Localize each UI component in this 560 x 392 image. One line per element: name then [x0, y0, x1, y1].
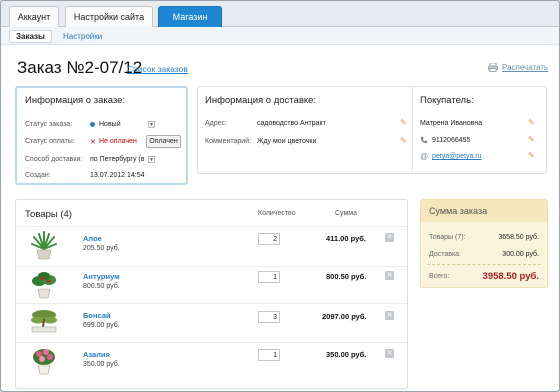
- delivery-method-label: Способ доставки:: [25, 156, 83, 163]
- app-window: Аккаунт Настройки сайта Магазин Заказы Н…: [0, 0, 560, 392]
- row-sum: 800.50 руб.: [326, 272, 367, 281]
- top-tabs: Аккаунт Настройки сайта Магазин: [1, 1, 559, 27]
- created-value: 13.07.2012 14:54: [90, 172, 145, 179]
- row-sum: 2097.00 руб.: [322, 312, 367, 321]
- page-title: Заказ №2-07/12: [17, 58, 143, 77]
- edit-comment-pencil-icon[interactable]: ✎: [400, 136, 407, 145]
- goods-table: Товары (4) Количество Сумма Алое 205.50 …: [15, 199, 408, 389]
- tab-site-settings[interactable]: Настройки сайта: [65, 6, 153, 27]
- row-divider: [16, 303, 407, 304]
- grand-total-value: 3958.50 руб.: [482, 271, 539, 282]
- goods-total-value: 3658.50 руб.: [498, 234, 539, 241]
- print-label: Распечатать: [502, 63, 549, 72]
- buyer-phone: 9112066455: [432, 137, 471, 144]
- remove-item-close-icon[interactable]: ✕: [385, 271, 394, 280]
- buyer-name: Матрена Ивановна: [420, 120, 483, 127]
- remove-item-close-icon[interactable]: ✕: [385, 349, 394, 358]
- address-label: Адрес:: [205, 120, 227, 127]
- product-name-link[interactable]: Бонсай: [83, 311, 111, 320]
- payment-unpaid-icon: ✕: [90, 139, 96, 146]
- edit-buyer-name-pencil-icon[interactable]: ✎: [528, 118, 535, 127]
- orders-list-link[interactable]: Список заказов: [127, 64, 188, 74]
- print-button[interactable]: Распечатать: [488, 63, 548, 72]
- delivery-cost-value: 300.00 руб.: [502, 251, 539, 258]
- phone-icon: [420, 136, 428, 144]
- quantity-input[interactable]: 1: [258, 271, 280, 283]
- goods-total-label: Товары (7):: [429, 234, 466, 241]
- subtab-orders[interactable]: Заказы: [9, 30, 52, 43]
- grand-total-label: Всего:: [429, 273, 450, 280]
- created-label: Создан:: [25, 172, 51, 179]
- quantity-input[interactable]: 2: [258, 233, 280, 245]
- product-thumbnail: [30, 346, 58, 376]
- remove-item-close-icon[interactable]: ✕: [385, 233, 394, 242]
- product-name-link[interactable]: Алое: [83, 234, 102, 243]
- order-status-dropdown[interactable]: ▼: [148, 121, 155, 128]
- order-total-heading: Сумма заказа: [421, 200, 547, 222]
- order-info-heading: Информация о заказе:: [25, 95, 126, 106]
- row-sum: 350.00 руб.: [326, 350, 367, 359]
- payment-status-value: Не оплачен: [99, 138, 137, 145]
- goods-heading: Товары (4): [25, 209, 72, 220]
- product-price: 800.50 руб.: [83, 283, 120, 290]
- edit-email-pencil-icon[interactable]: ✎: [528, 151, 535, 160]
- goods-heading-label: Товары: [25, 209, 58, 220]
- chevron-down-icon: ▼: [149, 156, 154, 163]
- payment-status-label: Статус оплаты:: [25, 138, 75, 145]
- tab-shop[interactable]: Магазин: [158, 6, 222, 27]
- product-thumbnail: [28, 307, 60, 337]
- goods-count: (4): [60, 209, 72, 220]
- quantity-input[interactable]: 1: [258, 349, 280, 361]
- order-status-value: Новый: [99, 121, 121, 128]
- buyer-email[interactable]: petya@petya.ru: [432, 153, 482, 160]
- sum-column-header: Сумма: [335, 210, 357, 217]
- subtab-settings[interactable]: Настройки: [57, 30, 108, 43]
- delivery-buyer-panel: Информация о доставке: Адрес: садоводств…: [197, 86, 547, 174]
- address-value: садоводство Антракт: [257, 120, 326, 127]
- comment-value: Жду мои цветочки: [257, 138, 317, 145]
- order-total-panel: Сумма заказа Товары (7): 3658.50 руб. До…: [420, 199, 548, 288]
- product-name-link[interactable]: Азалия: [83, 350, 110, 359]
- product-price: 205.50 руб.: [83, 245, 120, 252]
- chevron-down-icon: ▼: [149, 121, 154, 128]
- product-price: 699.00 руб.: [83, 322, 120, 329]
- delivery-method-value: по Петербургу (в: [90, 156, 145, 163]
- row-sum: 411.00 руб.: [326, 234, 366, 243]
- product-thumbnail: [30, 270, 58, 300]
- product-name-link[interactable]: Антуриум: [83, 272, 120, 281]
- delivery-info-heading: Информация о доставке:: [205, 95, 317, 106]
- delivery-buyer-divider: [412, 86, 413, 174]
- product-price: 350.00 руб.: [83, 361, 120, 368]
- row-divider: [16, 342, 407, 343]
- quantity-input[interactable]: 3: [258, 311, 280, 323]
- product-thumbnail: [30, 231, 58, 261]
- header-divider: [16, 226, 407, 227]
- row-divider: [16, 266, 407, 267]
- edit-address-pencil-icon[interactable]: ✎: [400, 118, 407, 127]
- delivery-cost-label: Доставка:: [429, 251, 462, 258]
- sub-tabs: Заказы Настройки: [1, 27, 559, 45]
- edit-phone-pencil-icon[interactable]: ✎: [528, 135, 535, 144]
- status-dot-icon: [90, 122, 95, 127]
- totals-divider: [427, 264, 541, 265]
- delivery-method-dropdown[interactable]: ▼: [148, 156, 155, 163]
- buyer-heading: Покупатель:: [420, 95, 474, 106]
- remove-item-close-icon[interactable]: ✕: [385, 311, 394, 320]
- tab-account[interactable]: Аккаунт: [9, 6, 59, 27]
- mark-paid-button[interactable]: Оплачен: [146, 135, 181, 148]
- qty-column-header: Количество: [258, 210, 296, 217]
- order-info-panel: Информация о заказе: Статус заказа: Новы…: [15, 86, 188, 185]
- order-status-label: Статус заказа:: [25, 121, 73, 128]
- comment-label: Комментарий:: [205, 138, 252, 145]
- printer-icon: [488, 63, 498, 72]
- email-icon: @: [420, 152, 429, 161]
